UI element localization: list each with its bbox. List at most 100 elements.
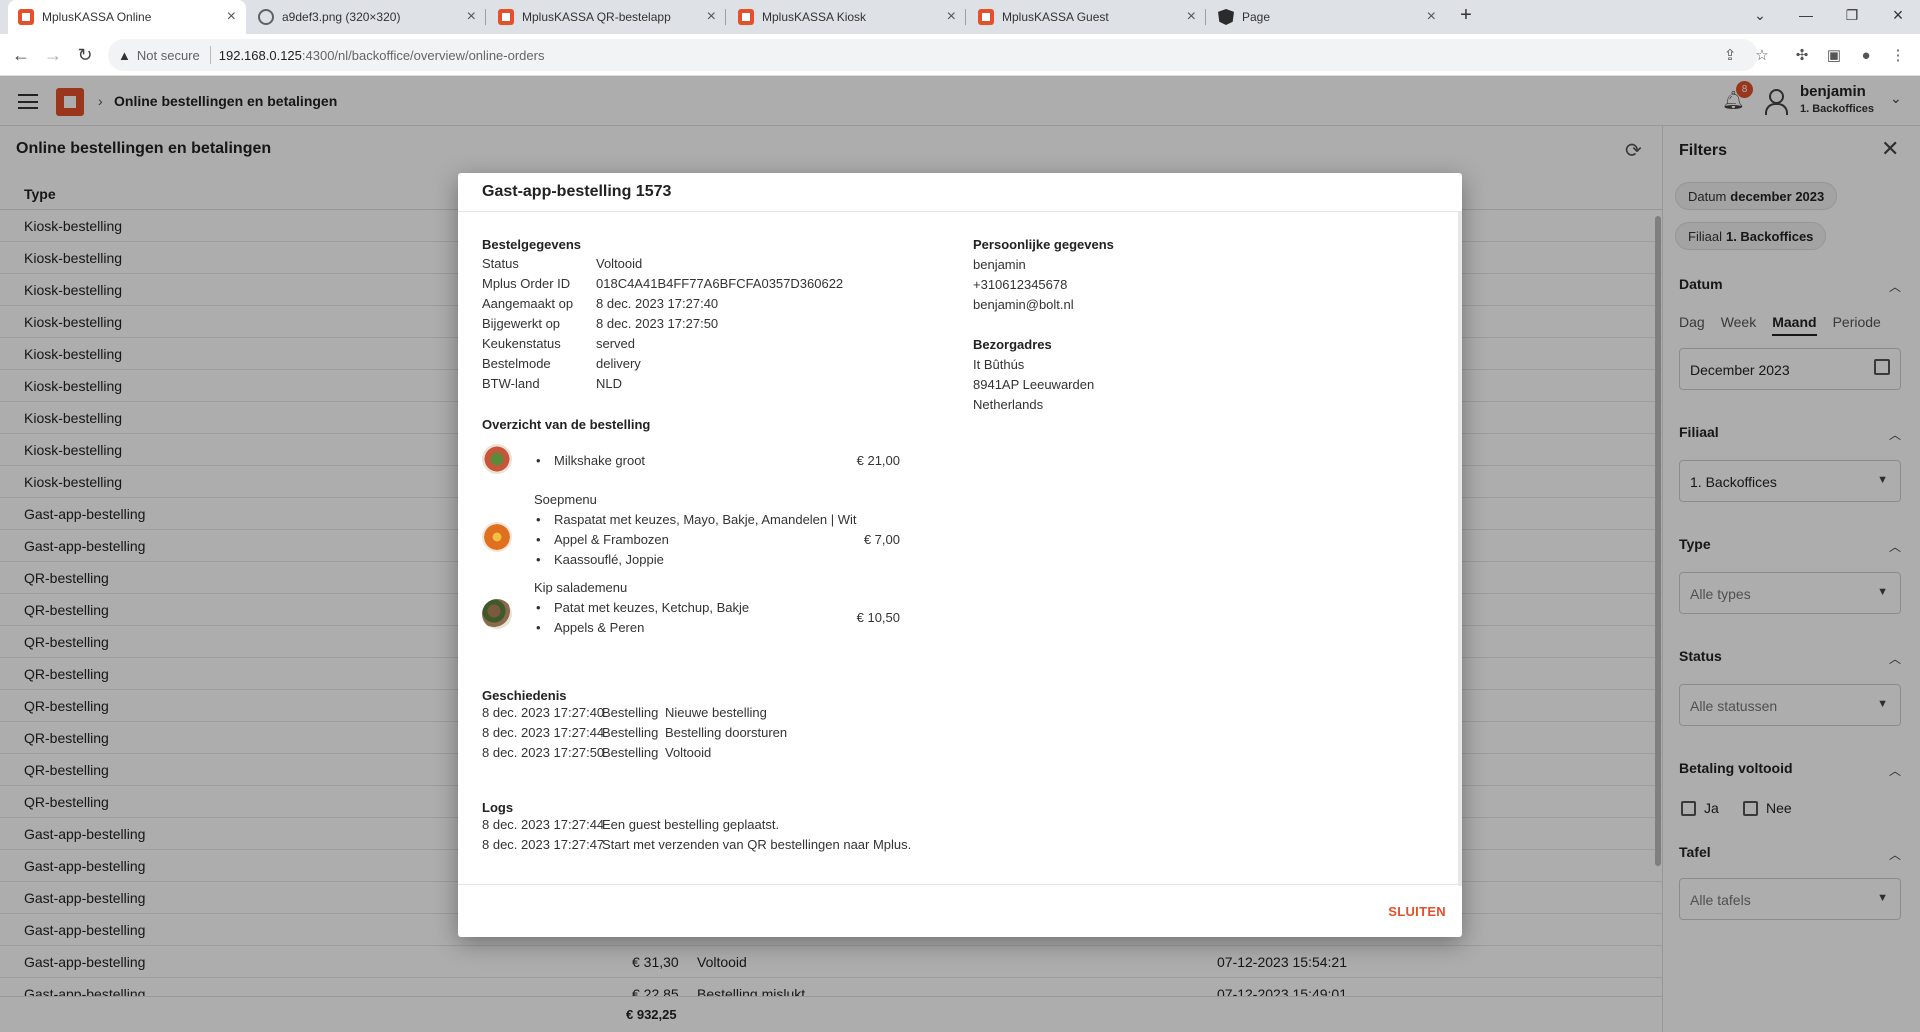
- detail-value: 8 dec. 2023 17:27:50: [596, 316, 719, 331]
- forward-icon[interactable]: →: [40, 42, 66, 68]
- detail-value: served: [596, 336, 636, 351]
- browser-tab[interactable]: MplusKASSA Guest ×: [968, 0, 1206, 34]
- tab-title: a9def3.png (320×320): [282, 10, 401, 24]
- detail-row: Bestelmode delivery: [482, 354, 922, 374]
- bookmark-star-icon[interactable]: ☆: [1752, 45, 1772, 65]
- detail-key: BTW-land: [482, 376, 540, 391]
- item-line: Appel & Frambozen: [536, 532, 669, 547]
- detail-key: Aangemaakt op: [482, 296, 574, 311]
- angular-icon: [1218, 9, 1234, 25]
- history-kind: Bestelling: [602, 725, 659, 740]
- detail-value: 018C4A41B4FF77A6BFCFA0357D360622: [596, 276, 844, 291]
- log-time: 8 dec. 2023 17:27:44: [482, 817, 605, 832]
- soup-product-image: [482, 522, 512, 552]
- detail-row: Mplus Order ID 018C4A41B4FF77A6BFCFA0357D…: [482, 274, 922, 294]
- minimize-icon[interactable]: —: [1786, 0, 1826, 30]
- item-price: € 21,00: [856, 453, 900, 468]
- milkshake-product-image: [482, 444, 512, 474]
- close-tab-icon[interactable]: ×: [1187, 8, 1196, 26]
- address-line: It Bûthús: [973, 357, 1025, 372]
- address-bar: ← → ↻ ▲ Not secure 192.168.0.125:4300/nl…: [0, 34, 1920, 76]
- url-host: 192.168.0.125: [218, 47, 302, 63]
- close-tab-icon[interactable]: ×: [1427, 8, 1436, 26]
- browser-tab[interactable]: MplusKASSA Kiosk ×: [728, 0, 966, 34]
- warning-icon: ▲: [118, 47, 131, 63]
- share-icon[interactable]: ⇪: [1720, 45, 1740, 65]
- logs-heading: Logs: [482, 800, 514, 815]
- browser-tab[interactable]: a9def3.png (320×320) ×: [248, 0, 486, 34]
- profile-icon[interactable]: ●: [1856, 45, 1876, 65]
- customer-phone: +310612345678: [973, 277, 1068, 292]
- tab-separator: [1205, 9, 1206, 25]
- close-window-icon[interactable]: ×: [1878, 0, 1918, 30]
- item-name: Soepmenu: [534, 492, 597, 507]
- reload-icon[interactable]: ↻: [72, 42, 98, 68]
- detail-key: Bijgewerkt op: [482, 316, 561, 331]
- salad-product-image: [482, 599, 512, 629]
- item-price: € 7,00: [863, 532, 900, 547]
- order-detail-dialog: Gast-app-bestelling 1573 Bestelgegevens …: [458, 173, 1462, 937]
- side-panel-icon[interactable]: ▣: [1824, 45, 1844, 65]
- close-button[interactable]: SLUITEN: [1388, 904, 1446, 919]
- item-line: Milkshake groot: [536, 453, 645, 468]
- url-path: :4300/nl/backoffice/overview/online-orde…: [301, 47, 545, 63]
- extensions-icon[interactable]: ✣: [1792, 45, 1812, 65]
- history-heading: Geschiedenis: [482, 688, 567, 703]
- detail-value: NLD: [596, 376, 623, 391]
- detail-row: Status Voltooid: [482, 254, 922, 274]
- history-text: Voltooid: [665, 745, 712, 760]
- detail-row: Keukenstatus served: [482, 334, 922, 354]
- log-text: Een guest bestelling geplaatst.: [602, 817, 780, 832]
- back-icon[interactable]: ←: [8, 42, 34, 68]
- address-line: 8941AP Leeuwarden: [973, 377, 1095, 392]
- close-tab-icon[interactable]: ×: [707, 8, 716, 26]
- personal-heading: Persoonlijke gegevens: [973, 237, 1114, 252]
- item-line: Appels & Peren: [536, 620, 644, 635]
- security-label: Not secure: [136, 47, 200, 63]
- new-tab-icon[interactable]: +: [1446, 0, 1486, 30]
- detail-value: Voltooid: [596, 256, 643, 271]
- item-name: Kip salademenu: [534, 580, 628, 595]
- history-time: 8 dec. 2023 17:27:50: [482, 745, 605, 760]
- tab-search-chevron-icon[interactable]: ⌄: [1740, 0, 1780, 30]
- address-line: Netherlands: [973, 397, 1044, 412]
- item-line: Patat met keuzes, Ketchup, Bakje: [536, 600, 749, 615]
- browser-tab[interactable]: Page ×: [1208, 0, 1446, 34]
- history-text: Bestelling doorsturen: [665, 725, 788, 740]
- customer-email: benjamin@bolt.nl: [973, 297, 1074, 312]
- close-tab-icon[interactable]: ×: [947, 8, 956, 26]
- tab-title: MplusKASSA Kiosk: [762, 10, 867, 24]
- url-input[interactable]: ▲ Not secure 192.168.0.125:4300/nl/backo…: [108, 39, 1758, 71]
- browser-tab[interactable]: MplusKASSA Online ×: [8, 0, 246, 34]
- history-kind: Bestelling: [602, 705, 659, 720]
- detail-value: delivery: [596, 356, 641, 371]
- log-text: Start met verzenden van QR bestellingen …: [602, 837, 912, 852]
- close-tab-icon[interactable]: ×: [227, 8, 236, 26]
- history-time: 8 dec. 2023 17:27:40: [482, 705, 605, 720]
- browser-tab[interactable]: MplusKASSA QR-bestelapp ×: [488, 0, 726, 34]
- customer-name: benjamin: [973, 257, 1026, 272]
- detail-value: 8 dec. 2023 17:27:40: [596, 296, 719, 311]
- close-tab-icon[interactable]: ×: [467, 8, 476, 26]
- order-details-heading: Bestelgegevens: [482, 237, 581, 252]
- mplus-favicon: [498, 9, 514, 25]
- history-time: 8 dec. 2023 17:27:44: [482, 725, 605, 740]
- tab-separator: [965, 9, 966, 25]
- tab-title: MplusKASSA Guest: [1002, 10, 1109, 24]
- restore-icon[interactable]: ❐: [1832, 0, 1872, 30]
- order-overview-heading: Overzicht van de bestelling: [482, 417, 651, 432]
- detail-key: Keukenstatus: [482, 336, 561, 351]
- url-divider: [209, 46, 211, 64]
- address-heading: Bezorgadres: [973, 337, 1052, 352]
- item-price: € 10,50: [856, 610, 900, 625]
- tab-separator: [725, 9, 726, 25]
- history-kind: Bestelling: [602, 745, 659, 760]
- browser-menu-icon[interactable]: ⋮: [1888, 45, 1908, 65]
- log-time: 8 dec. 2023 17:27:47: [482, 837, 605, 852]
- detail-key: Status: [482, 256, 519, 271]
- scrollbar[interactable]: [1458, 212, 1462, 886]
- tab-title: MplusKASSA QR-bestelapp: [522, 10, 671, 24]
- detail-row: Aangemaakt op 8 dec. 2023 17:27:40: [482, 294, 922, 314]
- detail-key: Mplus Order ID: [482, 276, 571, 291]
- dialog-title: Gast-app-bestelling 1573: [482, 183, 672, 200]
